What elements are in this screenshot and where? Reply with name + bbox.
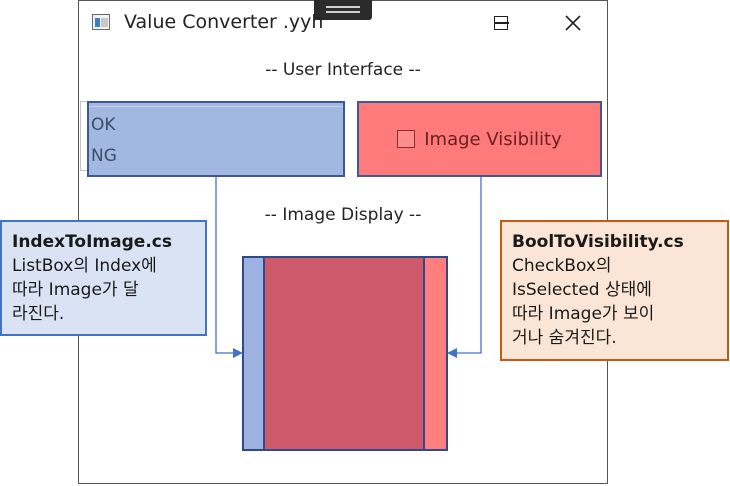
bool-to-visibility-callout: BoolToVisibility.cs CheckBox의 IsSelected… xyxy=(500,220,729,361)
callout-line: IsSelected 상태에 xyxy=(512,280,652,300)
callout-line: ListBox의 Index에 xyxy=(12,256,157,276)
callout-line: 따라 Image가 달 xyxy=(12,280,139,300)
left-connector-arrow xyxy=(215,177,243,358)
index-to-image-callout: IndexToImage.cs ListBox의 Index에 따라 Image… xyxy=(0,220,207,336)
callout-line: 거나 숨겨진다. xyxy=(512,328,617,348)
right-connector-arrow xyxy=(447,177,482,358)
callout-line: 따라 Image가 보이 xyxy=(512,304,655,324)
callout-title: IndexToImage.cs xyxy=(12,232,172,252)
callout-title: BoolToVisibility.cs xyxy=(512,232,684,252)
callout-line: 라진다. xyxy=(12,304,65,324)
callout-line: CheckBox의 xyxy=(512,256,612,276)
